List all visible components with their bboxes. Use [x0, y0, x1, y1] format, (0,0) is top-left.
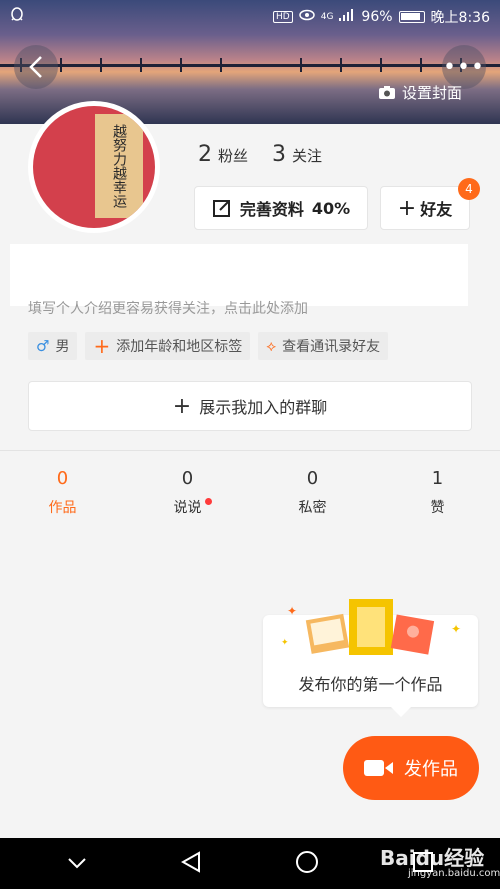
follow-stats: 2 粉丝 3 关注 — [198, 142, 322, 167]
tab-likes[interactable]: 1 赞 — [375, 468, 500, 517]
bio-hint[interactable]: 填写个人介绍更容易获得关注，点击此处添加 — [28, 298, 468, 318]
tab-label: 作品 — [48, 500, 77, 516]
avatar-calligraphy: 越努力越幸运 — [95, 114, 143, 218]
divider — [0, 450, 500, 451]
fans-label: 粉丝 — [218, 147, 249, 165]
add-age-region-tag[interactable]: + 添加年龄和地区标签 — [85, 332, 251, 360]
tab-count: 0 — [56, 468, 69, 489]
back-button[interactable] — [14, 45, 58, 89]
tab-label: 私密 — [298, 500, 327, 516]
tab-label: 说说 — [173, 500, 202, 516]
avatar[interactable]: 越努力越幸运 — [28, 101, 160, 233]
tab-works[interactable]: 0 作品 — [0, 468, 125, 517]
show-groups-label: 展示我加入的群聊 — [199, 398, 328, 417]
following-stat[interactable]: 3 关注 — [272, 142, 322, 167]
chevron-left-icon — [29, 56, 42, 78]
add-age-region-label: 添加年龄和地区标签 — [116, 339, 243, 355]
watermark: Baidu经验 — [380, 846, 485, 870]
watermark-url: jingyan.baidu.com — [408, 868, 500, 879]
fans-count: 2 — [198, 142, 212, 167]
publish-label: 发作品 — [404, 759, 458, 780]
tab-count: 0 — [181, 468, 194, 489]
clock: 晚上8:36 — [430, 10, 490, 26]
friends-button[interactable]: + 好友 — [380, 186, 470, 230]
bridge-silhouette — [0, 58, 500, 72]
plus-icon: + — [172, 393, 192, 419]
friends-label: 好友 — [420, 200, 453, 219]
content-tabs: 0 作品 0 说说 0 私密 1 赞 — [0, 468, 500, 517]
set-cover-label: 设置封面 — [402, 84, 463, 102]
avatar-image: 越努力越幸运 — [33, 106, 155, 228]
friend-request-badge: 4 — [458, 178, 480, 200]
signal-icon — [339, 9, 355, 25]
svg-text:✦: ✦ — [451, 622, 461, 636]
camera-icon — [379, 86, 395, 99]
profile-tags: ♂ 男 + 添加年龄和地区标签 ⟡ 查看通讯录好友 — [28, 332, 389, 360]
contacts-friends-label: 查看通讯录好友 — [282, 339, 381, 355]
more-icon: ••• — [443, 54, 485, 80]
tab-count: 1 — [431, 468, 444, 489]
battery-percent: 96% — [361, 9, 393, 25]
gender-tag[interactable]: ♂ 男 — [28, 332, 78, 360]
qq-icon — [10, 7, 24, 27]
tab-private[interactable]: 0 私密 — [250, 468, 375, 517]
back-triangle-icon[interactable] — [180, 850, 201, 877]
first-work-prompt: ✦ ✦ ✦ 发布你的第一个作品 — [263, 599, 478, 717]
redacted-area — [10, 244, 468, 306]
svg-text:✦: ✦ — [287, 604, 297, 618]
edit-icon — [212, 200, 230, 217]
unread-dot — [204, 498, 212, 505]
fans-stat[interactable]: 2 粉丝 — [198, 142, 248, 167]
complete-profile-button[interactable]: 完善资料 40% — [194, 186, 368, 230]
plus-icon: + — [397, 195, 417, 221]
video-camera-icon — [364, 760, 393, 776]
publish-button[interactable]: 发作品 — [343, 736, 479, 800]
contacts-friends-tag[interactable]: ⟡ 查看通讯录好友 — [258, 332, 389, 360]
eye-icon — [298, 9, 315, 25]
set-cover-button[interactable]: 设置封面 — [378, 82, 462, 103]
tab-label-wrap: 说说 — [173, 497, 212, 517]
following-count: 3 — [272, 142, 287, 167]
tab-posts[interactable]: 0 说说 — [125, 468, 250, 517]
gender-label: 男 — [55, 339, 70, 355]
following-label: 关注 — [292, 147, 323, 165]
home-circle-icon[interactable] — [295, 850, 319, 878]
network-type: 4G — [320, 12, 334, 22]
contacts-icon: ⟡ — [266, 337, 277, 355]
show-groups-button[interactable]: + 展示我加入的群聊 — [28, 381, 472, 431]
hd-indicator: HD — [273, 11, 293, 23]
battery-icon — [398, 11, 425, 23]
media-illustration: ✦ ✦ ✦ — [281, 599, 461, 655]
profile-percent: 40% — [311, 198, 351, 218]
tab-count: 0 — [306, 468, 319, 489]
status-bar: HD 4G 96% 晚上8:36 — [0, 0, 500, 34]
plus-icon: + — [93, 334, 111, 358]
complete-profile-label: 完善资料 — [239, 200, 304, 219]
chevron-down-icon[interactable] — [67, 854, 87, 873]
prompt-text: 发布你的第一个作品 — [298, 675, 443, 694]
male-icon: ♂ — [36, 337, 50, 355]
tab-label: 赞 — [430, 500, 445, 516]
svg-text:✦: ✦ — [281, 638, 289, 648]
